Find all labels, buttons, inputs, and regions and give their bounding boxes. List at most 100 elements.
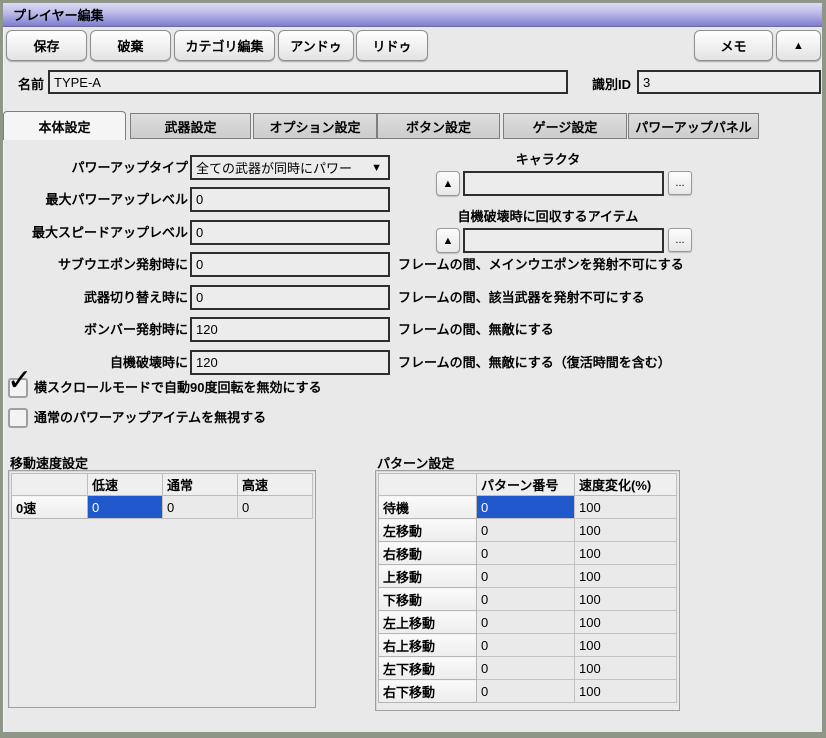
speed-table: 低速通常高速0速000 (11, 473, 313, 519)
pattern-number-cell[interactable]: 0 (477, 496, 575, 519)
tab-option-settings[interactable]: オプション設定 (253, 113, 377, 139)
pattern-table-row: 上移動0100 (379, 565, 677, 588)
character-up-button[interactable]: ▲ (436, 171, 460, 196)
tab-powerup-panel[interactable]: パワーアップパネル (628, 113, 759, 139)
character-input[interactable] (463, 171, 664, 196)
save-button[interactable]: 保存 (6, 30, 87, 61)
ignore-powerup-items-checkbox[interactable] (8, 408, 28, 428)
speed-table-header-cell: 通常 (163, 474, 238, 496)
redo-button[interactable]: リドゥ (356, 30, 428, 61)
pattern-table-header-row: パターン番号速度変化(%) (379, 474, 677, 496)
pattern-number-cell[interactable]: 0 (477, 657, 575, 680)
name-label: 名前 (18, 74, 44, 93)
pattern-row-label[interactable]: 左移動 (379, 519, 477, 542)
powerup-type-dropdown[interactable]: 全ての武器が同時にパワー▼ (190, 155, 390, 180)
bomber-fire-frames-input-label: ボンバー発射時に (3, 317, 188, 342)
max-speedup-level-input[interactable]: 0 (190, 220, 390, 245)
pattern-table-header-cell: パターン番号 (477, 474, 575, 496)
pattern-table-row: 右下移動0100 (379, 680, 677, 703)
pattern-row-label[interactable]: 右上移動 (379, 634, 477, 657)
pattern-number-cell[interactable]: 0 (477, 565, 575, 588)
bomber-fire-frames-input-value: 120 (196, 322, 218, 337)
dialog-client-area: プレイヤー編集 保存破棄カテゴリ編集アンドゥリドゥメモ▲ 名前 TYPE-A 識… (3, 3, 822, 732)
speed-change-cell[interactable]: 100 (575, 657, 677, 680)
pattern-row-label[interactable]: 左下移動 (379, 657, 477, 680)
speed-change-cell[interactable]: 100 (575, 588, 677, 611)
subweapon-fire-frames-input-suffix: フレームの間、メインウエポンを発射不可にする (398, 252, 684, 277)
speed-table-header-row: 低速通常高速 (12, 474, 313, 496)
max-powerup-level-input[interactable]: 0 (190, 187, 390, 212)
ship-destroy-frames-input-suffix: フレームの間、無敵にする（復活時間を含む） (398, 350, 671, 375)
pattern-table: パターン番号速度変化(%)待機0100左移動0100右移動0100上移動0100… (378, 473, 677, 703)
dropdown-arrow-icon: ▼ (371, 162, 382, 174)
character-browse-button[interactable]: ... (668, 171, 692, 195)
pattern-number-cell[interactable]: 0 (477, 611, 575, 634)
pattern-table-row: 右上移動0100 (379, 634, 677, 657)
bomber-fire-frames-input-suffix: フレームの間、無敵にする (398, 317, 554, 342)
max-powerup-level-input-value: 0 (196, 192, 203, 207)
tab-button-settings[interactable]: ボタン設定 (377, 113, 500, 139)
speed-table-header-cell (12, 474, 88, 496)
speed-table-cell[interactable]: 0 (88, 496, 163, 519)
pattern-table-header-cell: 速度変化(%) (575, 474, 677, 496)
id-value: 3 (643, 75, 650, 90)
speed-table-cell[interactable]: 0 (238, 496, 313, 519)
speed-change-cell[interactable]: 100 (575, 634, 677, 657)
id-input[interactable]: 3 (637, 70, 821, 94)
pattern-row-label[interactable]: 待機 (379, 496, 477, 519)
recover-item-up-button[interactable]: ▲ (436, 228, 460, 253)
recover-item-label: 自機破壊時に回収するアイテム (403, 206, 693, 225)
pattern-table-row: 下移動0100 (379, 588, 677, 611)
subweapon-fire-frames-input[interactable]: 0 (190, 252, 390, 277)
pattern-table-row: 待機0100 (379, 496, 677, 519)
speed-change-cell[interactable]: 100 (575, 611, 677, 634)
pattern-number-cell[interactable]: 0 (477, 588, 575, 611)
category-edit-button[interactable]: カテゴリ編集 (174, 30, 275, 61)
id-label: 識別ID (592, 74, 631, 93)
speed-table-header-cell: 低速 (88, 474, 163, 496)
speed-change-cell[interactable]: 100 (575, 496, 677, 519)
ship-destroy-frames-input[interactable]: 120 (190, 350, 390, 375)
speed-row-label[interactable]: 0速 (12, 496, 88, 519)
pattern-row-label[interactable]: 左上移動 (379, 611, 477, 634)
check-icon: ✓ (7, 366, 32, 396)
tab-weapon-settings[interactable]: 武器設定 (130, 113, 251, 139)
speed-change-cell[interactable]: 100 (575, 542, 677, 565)
tab-gauge-settings[interactable]: ゲージ設定 (503, 113, 627, 139)
discard-button[interactable]: 破棄 (90, 30, 171, 61)
collapse-button[interactable]: ▲ (776, 30, 821, 61)
recover-item-input[interactable] (463, 228, 664, 253)
window-titlebar[interactable]: プレイヤー編集 (3, 3, 822, 27)
weapon-switch-frames-input-suffix: フレームの間、該当武器を発射不可にする (398, 285, 645, 310)
pattern-table-row: 左下移動0100 (379, 657, 677, 680)
pattern-row-label[interactable]: 上移動 (379, 565, 477, 588)
ignore-powerup-items-checkbox-label: 通常のパワーアップアイテムを無視する (34, 408, 266, 428)
speed-change-cell[interactable]: 100 (575, 565, 677, 588)
ship-destroy-frames-input-value: 120 (196, 355, 218, 370)
pattern-number-cell[interactable]: 0 (477, 542, 575, 565)
pattern-row-label[interactable]: 右下移動 (379, 680, 477, 703)
speed-change-cell[interactable]: 100 (575, 680, 677, 703)
speed-table-cell[interactable]: 0 (163, 496, 238, 519)
bomber-fire-frames-input[interactable]: 120 (190, 317, 390, 342)
pattern-row-label[interactable]: 下移動 (379, 588, 477, 611)
name-input[interactable]: TYPE-A (48, 70, 568, 94)
weapon-switch-frames-input[interactable]: 0 (190, 285, 390, 310)
memo-button[interactable]: メモ (694, 30, 773, 61)
speed-table-header-cell: 高速 (238, 474, 313, 496)
subweapon-fire-frames-input-value: 0 (196, 257, 203, 272)
tab-body-settings[interactable]: 本体設定 (3, 111, 126, 140)
pattern-table-row: 右移動0100 (379, 542, 677, 565)
pattern-table-container: パターン番号速度変化(%)待機0100左移動0100右移動0100上移動0100… (375, 470, 680, 711)
name-value: TYPE-A (54, 75, 101, 90)
pattern-row-label[interactable]: 右移動 (379, 542, 477, 565)
speed-table-container: 低速通常高速0速000 (8, 470, 316, 708)
recover-item-browse-button[interactable]: ... (668, 228, 692, 252)
speed-change-cell[interactable]: 100 (575, 519, 677, 542)
pattern-number-cell[interactable]: 0 (477, 634, 575, 657)
window-title: プレイヤー編集 (3, 5, 104, 24)
pattern-number-cell[interactable]: 0 (477, 680, 575, 703)
pattern-table-header-cell (379, 474, 477, 496)
pattern-number-cell[interactable]: 0 (477, 519, 575, 542)
undo-button[interactable]: アンドゥ (278, 30, 354, 61)
